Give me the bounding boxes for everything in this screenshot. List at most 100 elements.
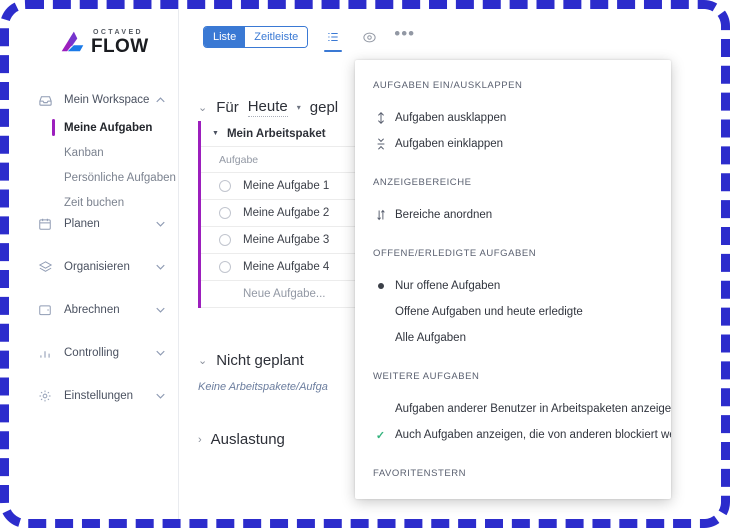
menu-item-aufgaben-ausklappen[interactable]: Aufgaben ausklappen [355, 105, 671, 131]
menu-item-bereiche-anordnen[interactable]: Bereiche anordnen [355, 202, 671, 228]
logo-wordmark-top: OCTAVED [93, 29, 143, 36]
triangle-down-icon: ▼ [212, 130, 219, 137]
tab-zeitleiste[interactable]: Zeitleiste [245, 27, 308, 47]
task-name: Meine Aufgabe 1 [243, 180, 330, 192]
sidebar-item-mein-workspace[interactable]: Mein Workspace [9, 85, 179, 115]
octaved-flow-logo-icon [61, 31, 84, 52]
menu-item-label: Offene Aufgaben und heute erledigte [395, 306, 583, 318]
section-suffix: gepl [309, 99, 339, 116]
menu-item-label: Alle Aufgaben [395, 332, 466, 344]
sidebar-label: Mein Workspace [64, 94, 150, 106]
menu-item-nur-offene-aufgaben[interactable]: Nur offene Aufgaben [355, 273, 671, 299]
menu-item-label: Aufgaben ausklappen [395, 112, 507, 124]
sidebar-label: Controlling [64, 347, 119, 359]
menu-section-header: ANZEIGEBEREICHE [373, 177, 472, 188]
bar-chart-icon [37, 345, 53, 361]
check-icon: ✓ [375, 429, 386, 442]
chevron-down-icon [156, 306, 165, 315]
sidebar-item-controlling[interactable]: Controlling [9, 338, 179, 368]
menu-section-header: AUFGABEN EIN/AUSKLAPPEN [373, 80, 523, 91]
sort-arrow-icon [373, 209, 388, 221]
section-header-heute[interactable]: ⌄ Für Heute ▾ gepl [180, 98, 338, 117]
menu-item-offene-und-heute-erledigte[interactable]: Offene Aufgaben und heute erledigte [355, 299, 671, 325]
sidebar-sublabel: Persönliche Aufgaben [64, 171, 176, 184]
sidebar-sublabel: Meine Aufgaben [64, 121, 153, 134]
task-name: Meine Aufgabe 4 [243, 261, 330, 273]
tab-liste[interactable]: Liste [204, 27, 246, 47]
sidebar-group-planen: Planen [9, 209, 179, 239]
screenshot-frame: OCTAVED FLOW Mein Workspace Meine Aufgab… [0, 0, 730, 528]
task-complete-toggle[interactable] [219, 207, 231, 219]
task-complete-toggle[interactable] [219, 234, 231, 246]
menu-item-aufgaben-einklappen[interactable]: Aufgaben einklappen [355, 131, 671, 157]
menu-item-aufgaben-anderer-benutzer[interactable]: Aufgaben anderer Benutzer in Arbeitspake… [355, 396, 671, 422]
sidebar-group-abrechnen: Abrechnen [9, 295, 179, 325]
task-complete-toggle[interactable] [219, 261, 231, 273]
logo-wordmark-main: FLOW [91, 36, 149, 57]
empty-state-note: Keine Arbeitspakete/Aufga [198, 381, 328, 393]
sidebar-item-organisieren[interactable]: Organisieren [9, 252, 179, 282]
sidebar-label: Abrechnen [64, 304, 120, 316]
chevron-down-icon[interactable]: ▾ [297, 103, 301, 112]
chevron-down-icon: ⌄ [198, 355, 208, 367]
view-switcher: Liste Zeitleiste [203, 26, 309, 48]
sidebar: OCTAVED FLOW Mein Workspace Meine Aufgab… [9, 9, 179, 519]
chevron-up-icon [156, 96, 165, 105]
sidebar-group-controlling: Controlling [9, 338, 179, 368]
gear-icon [37, 388, 53, 404]
sidebar-item-einstellungen[interactable]: Einstellungen [9, 381, 179, 411]
section-prefix: Für [216, 99, 239, 116]
sidebar-group-organisieren: Organisieren [9, 252, 179, 282]
app-window: OCTAVED FLOW Mein Workspace Meine Aufgab… [9, 9, 721, 519]
billing-icon [37, 302, 53, 318]
sidebar-item-persoenliche-aufgaben[interactable]: Persönliche Aufgaben [9, 165, 179, 190]
sidebar-item-abrechnen[interactable]: Abrechnen [9, 295, 179, 325]
chevron-down-icon [156, 349, 165, 358]
menu-item-alle-aufgaben[interactable]: Alle Aufgaben [355, 325, 671, 351]
menu-item-auch-blockierte-aufgaben[interactable]: ✓ Auch Aufgaben anzeigen, die von andere… [355, 422, 671, 448]
app-logo: OCTAVED FLOW [59, 29, 149, 56]
chevron-down-icon [156, 263, 165, 272]
eye-icon[interactable] [358, 24, 380, 50]
menu-item-favoriten-von-erledigten-entfernen[interactable]: Favoriten von erledigten Arbeitspaketen … [355, 493, 671, 499]
section-title: Auslastung [210, 431, 285, 448]
menu-section-header: OFFENE/ERLEDIGTE AUFGABEN [373, 248, 537, 259]
task-name: Meine Aufgabe 2 [243, 207, 330, 219]
menu-item-label: Nur offene Aufgaben [395, 280, 501, 292]
work-package-title: Mein Arbeitspaket [226, 127, 326, 140]
chevron-down-icon: ⌄ [198, 102, 208, 114]
inbox-icon [37, 92, 53, 108]
expand-vertical-icon [373, 112, 388, 124]
section-header-auslastung[interactable]: › Auslastung [180, 431, 285, 448]
sidebar-item-kanban[interactable]: Kanban [9, 140, 179, 165]
date-filter-value[interactable]: Heute [247, 98, 288, 117]
calendar-icon [37, 216, 53, 232]
sidebar-group-mein-workspace: Mein Workspace Meine Aufgaben Kanban Per… [9, 85, 179, 215]
sidebar-item-meine-aufgaben[interactable]: Meine Aufgaben [9, 115, 179, 140]
section-title: Nicht geplant [216, 352, 304, 369]
sidebar-label: Planen [64, 218, 100, 230]
section-header-nicht-geplant[interactable]: ⌄ Nicht geplant [180, 352, 304, 369]
list-settings-icon[interactable] [322, 24, 344, 52]
task-name: Meine Aufgabe 3 [243, 234, 330, 246]
ellipsis-icon[interactable]: ••• [394, 25, 415, 45]
collapse-vertical-icon [373, 138, 388, 150]
menu-item-label: Bereiche anordnen [395, 209, 493, 221]
task-complete-toggle[interactable] [219, 180, 231, 192]
sidebar-label: Organisieren [64, 261, 130, 273]
sidebar-sublabel: Zeit buchen [64, 196, 125, 209]
menu-item-label: Auch Aufgaben anzeigen, die von anderen … [395, 429, 671, 441]
sidebar-item-planen[interactable]: Planen [9, 209, 179, 239]
chevron-down-icon [156, 220, 165, 229]
bullet-selected-icon [373, 283, 388, 289]
